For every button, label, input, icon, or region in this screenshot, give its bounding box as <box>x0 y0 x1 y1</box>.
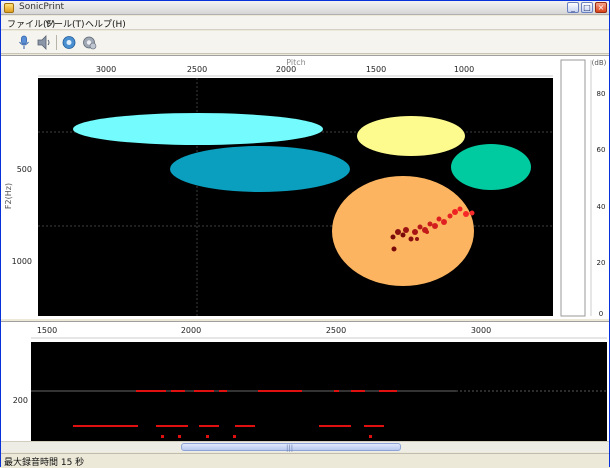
top-tick-1000: 1000 <box>454 65 474 74</box>
left-tick-500: 500 <box>17 165 32 174</box>
close-button[interactable]: × <box>595 2 607 13</box>
status-text: 最大録音時間 15 秒 <box>4 458 85 468</box>
level-meter-unit: (dB) <box>592 59 607 67</box>
top-tick-1500: 1500 <box>366 65 386 74</box>
gear-icon[interactable] <box>80 34 98 51</box>
maximize-button[interactable]: □ <box>581 2 593 13</box>
timeline-tick-2000: 2000 <box>181 326 201 335</box>
level-tick-20: 20 <box>597 259 606 267</box>
grip-icon: ||| <box>286 444 294 452</box>
level-tick-0: 0 <box>599 310 603 318</box>
level-tick-80: 80 <box>597 90 606 98</box>
toolbar <box>1 31 609 54</box>
vowel-region-green <box>451 144 531 190</box>
window-title: SonicPrint <box>19 2 65 12</box>
spectrogram-pane: Pitch 3000 2500 2000 1500 1000 F2(Hz) 50… <box>1 55 609 319</box>
vowel-region-teal <box>170 146 350 192</box>
timeline-tick-2500: 2500 <box>326 326 346 335</box>
vowel-region-orange <box>332 176 474 286</box>
settings-icon[interactable] <box>60 34 78 51</box>
minimize-button[interactable]: _ <box>567 2 579 13</box>
timeline-pane: 1500 2000 2500 3000 200 <box>1 321 609 442</box>
timeline-left-tick-200: 200 <box>13 396 28 405</box>
timeline-tick-1500: 1500 <box>37 326 57 335</box>
speaker-icon[interactable] <box>35 34 53 51</box>
menu-help[interactable]: ヘルプ(H) <box>85 17 126 30</box>
plot-area[interactable] <box>38 78 553 316</box>
timeline-tick-3000: 3000 <box>471 326 491 335</box>
app-window: SonicPrint _ □ × ファイル(F) ツール(T) ヘルプ(H) P… <box>0 0 610 468</box>
top-axis: 3000 2500 2000 1500 1000 <box>38 65 553 77</box>
top-tick-2500: 2500 <box>187 65 207 74</box>
vowel-region-yellow <box>357 116 465 156</box>
menu-bar: ファイル(F) ツール(T) ヘルプ(H) <box>1 16 609 30</box>
level-meter <box>560 59 586 317</box>
timeline-top-axis: 1500 2000 2500 3000 <box>31 326 607 339</box>
title-bar[interactable]: SonicPrint _ □ × <box>1 1 609 15</box>
microphone-icon[interactable] <box>15 34 33 51</box>
app-icon <box>4 3 14 13</box>
formant-chart[interactable]: Pitch 3000 2500 2000 1500 1000 F2(Hz) 50… <box>1 56 609 320</box>
level-tick-40: 40 <box>597 203 606 211</box>
horizontal-scrollbar[interactable]: ||| <box>1 441 609 452</box>
top-tick-3000: 3000 <box>96 65 116 74</box>
scrollbar-thumb[interactable]: ||| <box>181 443 401 452</box>
left-axis-label: F2(Hz) <box>4 183 13 209</box>
level-tick-60: 60 <box>597 146 606 154</box>
toolbar-separator <box>56 35 57 50</box>
menu-tools[interactable]: ツール(T) <box>45 17 85 30</box>
timeline-chart[interactable]: 1500 2000 2500 3000 200 <box>1 322 609 442</box>
left-tick-1000: 1000 <box>12 257 32 266</box>
top-tick-2000: 2000 <box>276 65 296 74</box>
vowel-region-cyan <box>73 113 323 145</box>
status-bar: 最大録音時間 15 秒 <box>1 453 609 468</box>
